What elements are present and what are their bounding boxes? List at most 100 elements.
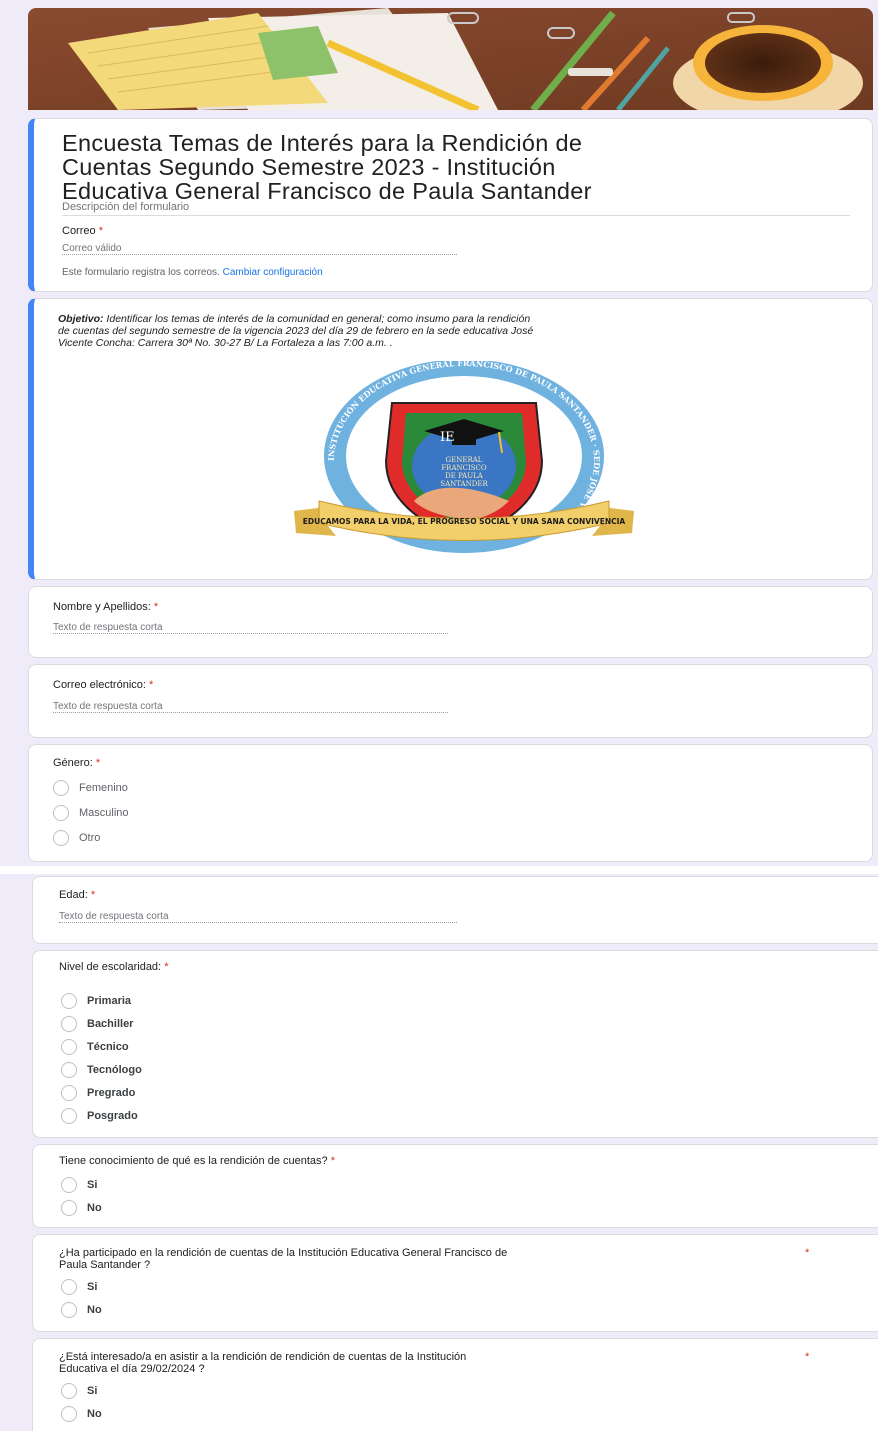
radio-option[interactable]: Técnico (61, 1039, 129, 1055)
question-label: Edad: * (59, 889, 95, 901)
question-title: Nivel de escolaridad: (59, 961, 162, 973)
radio-option[interactable]: Otro (53, 830, 100, 846)
required-asterisk: * (805, 1247, 810, 1259)
required-asterisk: * (153, 601, 159, 613)
email-field[interactable]: Correo válido (62, 243, 457, 255)
option-label: Tecnólogo (87, 1064, 142, 1076)
radio-button[interactable] (53, 830, 69, 846)
objective-label: Objetivo: (58, 313, 104, 325)
option-label: Técnico (87, 1041, 129, 1053)
logo-ie-text: IE (440, 430, 455, 445)
option-label: Primaria (87, 995, 132, 1007)
email-collection-note: Este formulario registra los correos. Ca… (62, 267, 323, 278)
name-input[interactable]: Texto de respuesta corta (53, 622, 448, 634)
radio-button[interactable] (61, 1016, 77, 1032)
radio-button[interactable] (61, 1200, 77, 1216)
question-card-age: Edad: * Texto de respuesta corta (32, 876, 878, 944)
email-input[interactable]: Texto de respuesta corta (53, 701, 448, 713)
change-settings-link[interactable]: Cambiar configuración (223, 267, 323, 278)
radio-option[interactable]: Si (61, 1279, 97, 1295)
question-card-gender: Género: * Femenino Masculino Otro (28, 744, 873, 862)
radio-button[interactable] (61, 1406, 77, 1422)
radio-button[interactable] (61, 1177, 77, 1193)
option-label: Masculino (79, 807, 129, 819)
question-label: ¿Ha participado en la rendición de cuent… (59, 1247, 779, 1271)
header-banner-image (28, 8, 873, 110)
form-description-field[interactable]: Descripción del formulario (62, 201, 189, 213)
screenshot-seam (0, 866, 878, 874)
option-label: No (87, 1304, 102, 1316)
option-label: Otro (79, 832, 101, 844)
form-title-line: Educativa General Francisco de Paula San… (62, 178, 592, 204)
logo-inner-text: FRANCISCO (441, 464, 487, 472)
radio-button[interactable] (61, 1085, 77, 1101)
logo-ribbon-text: EDUCAMOS PARA LA VIDA, EL PROGRESO SOCIA… (303, 517, 626, 526)
question-card-education: Nivel de escolaridad: * Primaria Bachill… (32, 950, 878, 1138)
radio-option[interactable]: Si (61, 1177, 97, 1193)
email-label-text: Correo (62, 225, 96, 237)
form-title-line: Encuesta Temas de Interés para la Rendic… (62, 130, 583, 156)
radio-button[interactable] (61, 1279, 77, 1295)
required-asterisk: * (95, 757, 101, 769)
question-label: ¿Está interesado/a en asistir a la rendi… (59, 1351, 779, 1375)
question-title: Tiene conocimiento de qué es la rendició… (59, 1155, 328, 1167)
radio-option[interactable]: Si (61, 1383, 97, 1399)
option-label: Pregrado (87, 1087, 136, 1099)
objective-card: Objetivo: Identificar los temas de inter… (28, 298, 873, 580)
institution-logo: INSTITUCIÓN EDUCATIVA GENERAL FRANCISCO … (274, 358, 654, 561)
required-asterisk: * (90, 889, 96, 901)
radio-button[interactable] (61, 1039, 77, 1055)
radio-option[interactable]: Posgrado (61, 1108, 138, 1124)
question-title: Nombre y Apellidos: (53, 601, 151, 613)
question-label: Género: * (53, 757, 100, 769)
radio-button[interactable] (61, 1062, 77, 1078)
question-card-interested: ¿Está interesado/a en asistir a la rendi… (32, 1338, 878, 1431)
question-title: ¿Está interesado/a en asistir a la rendi… (59, 1351, 467, 1363)
required-asterisk: * (98, 225, 103, 237)
objective-text: Objetivo: Identificar los temas de inter… (58, 313, 858, 349)
option-label: Posgrado (87, 1110, 138, 1122)
option-label: Si (87, 1179, 98, 1191)
radio-option[interactable]: Pregrado (61, 1085, 135, 1101)
question-title: ¿Ha participado en la rendición de cuent… (59, 1247, 508, 1259)
radio-option[interactable]: Primaria (61, 993, 131, 1009)
radio-option[interactable]: Tecnólogo (61, 1062, 142, 1078)
question-card-name: Nombre y Apellidos: * Texto de respuesta… (28, 586, 873, 658)
radio-button[interactable] (53, 780, 69, 796)
objective-line: Identificar los temas de interés de la c… (103, 313, 531, 325)
objective-line: de cuentas del segundo semestre de la vi… (58, 325, 534, 337)
radio-button[interactable] (61, 993, 77, 1009)
question-title: Correo electrónico: (53, 679, 146, 691)
option-label: Bachiller (87, 1018, 134, 1030)
logo-inner-text: DE PAULA (445, 472, 484, 480)
radio-button[interactable] (61, 1383, 77, 1399)
radio-option[interactable]: No (61, 1406, 102, 1422)
required-asterisk: * (149, 679, 154, 691)
radio-option[interactable]: Bachiller (61, 1016, 133, 1032)
radio-button[interactable] (61, 1108, 77, 1124)
objective-line: Vicente Concha: Carrera 30ª No. 30-27 B/… (58, 337, 393, 349)
logo-inner-text: SANTANDER (440, 480, 488, 488)
question-title: Género: (53, 757, 93, 769)
required-asterisk: * (805, 1351, 810, 1363)
form-title-line: Cuentas Segundo Semestre 2023 - Instituc… (62, 154, 556, 180)
radio-option[interactable]: Masculino (53, 805, 129, 821)
age-input[interactable]: Texto de respuesta corta (59, 911, 457, 923)
required-asterisk: * (164, 961, 169, 973)
radio-button[interactable] (61, 1302, 77, 1318)
question-title: Educativa el día 29/02/2024 ? (59, 1363, 205, 1375)
option-label: Si (87, 1385, 98, 1397)
question-card-knowledge: Tiene conocimiento de qué es la rendició… (32, 1144, 878, 1228)
question-label: Nombre y Apellidos: * (53, 601, 158, 613)
radio-option[interactable]: Femenino (53, 780, 128, 796)
radio-option[interactable]: No (61, 1200, 102, 1216)
radio-option[interactable]: No (61, 1302, 102, 1318)
radio-button[interactable] (53, 805, 69, 821)
required-asterisk: * (330, 1155, 336, 1167)
form-title-card: Encuesta Temas de Interés para la Rendic… (28, 118, 873, 292)
logo-inner-text: GENERAL (446, 456, 483, 464)
question-card-participated: ¿Ha participado en la rendición de cuent… (32, 1234, 878, 1332)
option-label: No (87, 1202, 102, 1214)
form-title[interactable]: Encuesta Temas de Interés para la Rendic… (62, 131, 592, 203)
question-label: Nivel de escolaridad: * (59, 961, 168, 973)
